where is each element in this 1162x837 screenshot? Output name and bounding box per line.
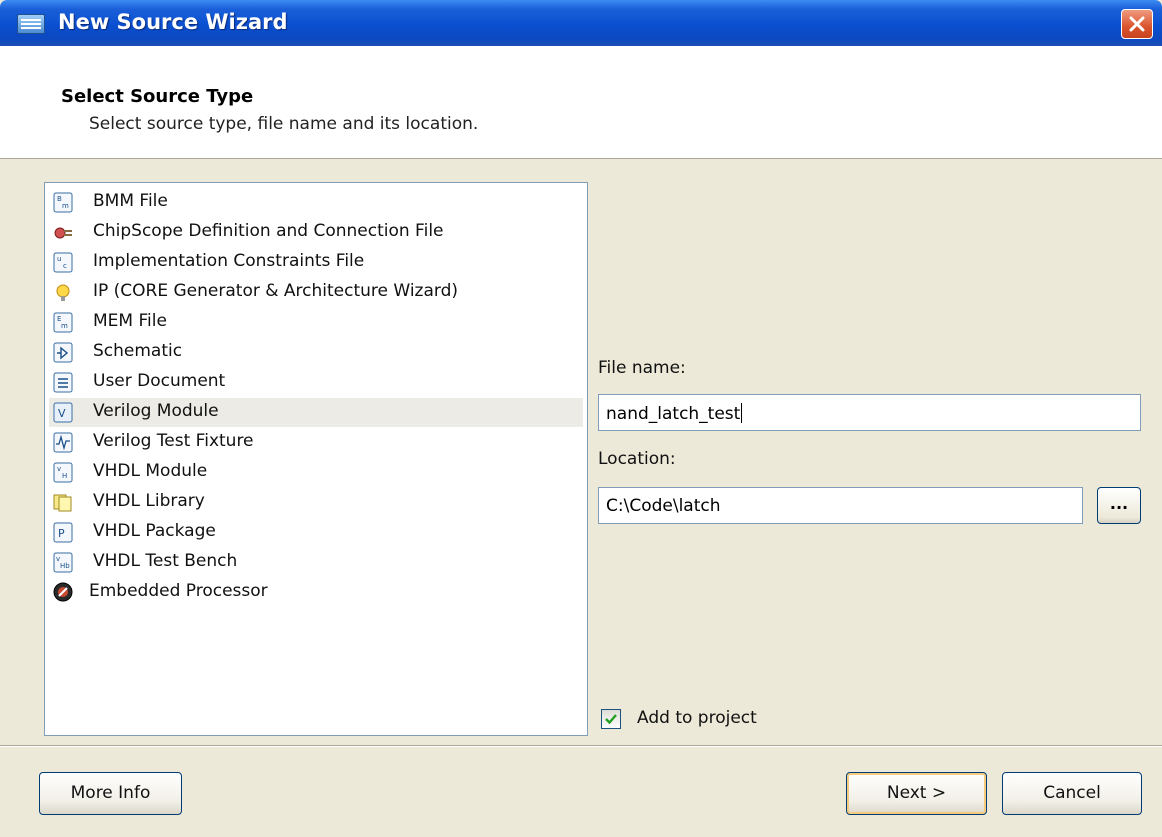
browse-button[interactable]: ... (1097, 487, 1141, 524)
source-type-item[interactable]: u c Implementation Constraints File (49, 248, 583, 277)
source-type-label: User Document (93, 371, 226, 391)
source-type-label: Verilog Test Fixture (93, 431, 254, 451)
app-icon (17, 14, 45, 34)
svg-text:P: P (58, 527, 65, 540)
wizard-header: Select Source Type Select source type, f… (0, 46, 1162, 159)
svg-text:m: m (62, 202, 69, 210)
page-title: Select Source Type (61, 86, 254, 107)
source-type-label: VHDL Library (93, 491, 205, 511)
svg-text:H: H (62, 472, 67, 480)
source-type-label: ChipScope Definition and Connection File (93, 221, 444, 241)
svg-text:V: V (58, 407, 66, 420)
constraints-file-icon: uc (53, 252, 73, 273)
svg-text:m: m (61, 322, 68, 330)
text-caret (741, 403, 743, 423)
file-name-label: File name: (598, 358, 686, 378)
title-bar[interactable]: New Source Wizard (0, 0, 1162, 46)
source-type-item[interactable]: Verilog Test Fixture (49, 428, 583, 457)
source-type-item[interactable]: P VHDL Package (49, 518, 583, 547)
location-input[interactable]: C:\Code\latch (598, 487, 1083, 524)
source-type-item[interactable]: Em MEM File (49, 308, 583, 337)
source-type-item[interactable]: Bm BMM File (49, 188, 583, 217)
source-type-item[interactable]: V Verilog Module (49, 398, 583, 427)
svg-text:u: u (57, 255, 61, 263)
source-type-label: VHDL Module (93, 461, 208, 481)
source-type-item[interactable]: Embedded Processor (49, 578, 583, 607)
vhdl-package-icon: P (53, 522, 73, 543)
ip-wizard-icon (53, 282, 73, 303)
file-name-value: nand_latch_test (606, 404, 741, 424)
source-type-label: BMM File (93, 191, 168, 211)
svg-text:v: v (57, 465, 61, 473)
source-type-label: IP (CORE Generator & Architecture Wizard… (93, 281, 458, 301)
source-type-item[interactable]: v Hb VHDL Test Bench (49, 548, 583, 577)
more-info-button[interactable]: More Info (39, 772, 182, 815)
new-source-wizard-dialog: New Source Wizard Select Source Type Sel… (0, 0, 1162, 837)
svg-text:Hb: Hb (60, 562, 70, 570)
schematic-icon (53, 342, 73, 363)
source-type-item[interactable]: IP (CORE Generator & Architecture Wizard… (49, 278, 583, 307)
page-subtitle: Select source type, file name and its lo… (89, 114, 479, 134)
vhdl-test-bench-icon: v Hb (53, 552, 73, 573)
window-title: New Source Wizard (58, 10, 288, 34)
source-type-item[interactable]: User Document (49, 368, 583, 397)
vhdl-module-icon: vH (53, 462, 73, 483)
source-type-label: MEM File (93, 311, 167, 331)
vhdl-library-icon (53, 492, 73, 513)
source-type-label: Schematic (93, 341, 183, 361)
footer-divider (0, 745, 1162, 747)
next-button[interactable]: Next > (846, 772, 987, 815)
mem-file-icon: Em (53, 312, 73, 333)
embedded-processor-icon (53, 582, 73, 603)
source-type-label: Implementation Constraints File (93, 251, 365, 271)
source-type-item[interactable]: VHDL Library (49, 488, 583, 517)
source-type-label: VHDL Test Bench (93, 551, 238, 571)
user-document-icon (53, 372, 73, 393)
chipscope-icon (53, 222, 73, 243)
source-type-label: Verilog Module (93, 401, 219, 421)
close-button[interactable] (1121, 9, 1153, 39)
bmm-file-icon: Bm (53, 192, 73, 213)
close-icon (1129, 16, 1145, 32)
source-type-item[interactable]: ChipScope Definition and Connection File (49, 218, 583, 247)
source-type-label: VHDL Package (93, 521, 216, 541)
source-type-item[interactable]: Schematic (49, 338, 583, 367)
checkmark-icon (605, 714, 617, 725)
file-name-input[interactable]: nand_latch_test (598, 394, 1141, 431)
source-type-item[interactable]: v H VHDL Module (49, 458, 583, 487)
verilog-test-fixture-icon (53, 432, 73, 453)
location-label: Location: (598, 449, 676, 469)
cancel-button[interactable]: Cancel (1002, 772, 1142, 815)
svg-text:c: c (63, 262, 67, 270)
source-type-list[interactable]: Bm BMM File ChipScope Definition and Conne… (44, 182, 588, 736)
add-to-project-label[interactable]: Add to project (637, 708, 757, 728)
add-to-project-checkbox[interactable] (601, 709, 621, 729)
source-type-label: Embedded Processor (89, 581, 268, 601)
location-value: C:\Code\latch (606, 496, 721, 516)
verilog-module-icon: V (53, 402, 73, 423)
